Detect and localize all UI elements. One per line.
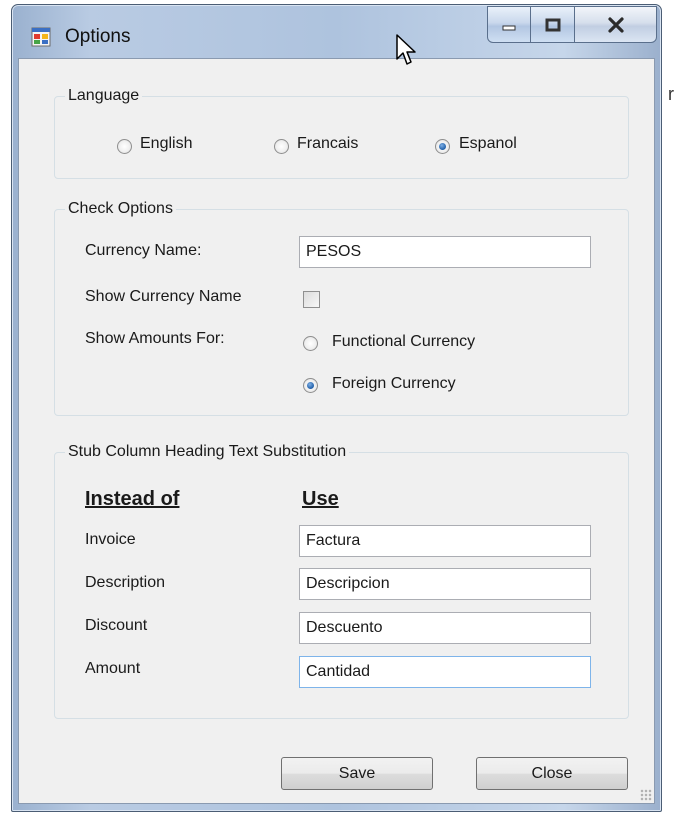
instead-of-heading: Instead of xyxy=(85,488,180,510)
francais-label[interactable]: Francais xyxy=(297,135,358,153)
app-icon xyxy=(31,27,51,47)
functional-currency-label[interactable]: Functional Currency xyxy=(332,333,475,351)
save-button[interactable]: Save xyxy=(281,757,433,790)
discount-substitution-input[interactable] xyxy=(299,612,591,644)
currency-name-label: Currency Name: xyxy=(85,242,202,259)
invoice-label: Invoice xyxy=(85,531,136,548)
amount-substitution-input[interactable] xyxy=(299,656,591,688)
discount-label: Discount xyxy=(85,617,148,634)
francais-radio[interactable] xyxy=(274,139,289,154)
invoice-substitution-input[interactable] xyxy=(299,525,591,557)
window-title: Options xyxy=(65,26,131,47)
english-label[interactable]: English xyxy=(140,135,192,153)
foreign-currency-radio[interactable] xyxy=(303,378,318,393)
show-currency-name-checkbox[interactable] xyxy=(303,291,320,308)
caption-buttons xyxy=(487,6,657,45)
functional-currency-radio[interactable] xyxy=(303,336,318,351)
close-window-button[interactable] xyxy=(575,6,657,43)
foreign-currency-label[interactable]: Foreign Currency xyxy=(332,375,456,393)
language-legend: Language xyxy=(68,87,140,104)
check-options-legend: Check Options xyxy=(68,200,173,217)
mouse-cursor-icon xyxy=(396,34,416,65)
stray-text: r xyxy=(668,84,674,104)
client-area: Language English Francais Espanol Check … xyxy=(18,58,655,804)
resize-grip[interactable] xyxy=(640,789,652,801)
use-heading: Use xyxy=(302,488,339,510)
language-group: Language xyxy=(54,87,629,179)
espanol-radio[interactable] xyxy=(435,139,450,154)
close-icon xyxy=(607,16,624,33)
options-window: Options Language English Francais Espano… xyxy=(11,4,662,812)
minimize-button[interactable] xyxy=(487,6,531,43)
currency-name-input[interactable] xyxy=(299,236,591,268)
description-substitution-input[interactable] xyxy=(299,568,591,600)
show-amounts-for-label: Show Amounts For: xyxy=(85,330,225,347)
english-radio[interactable] xyxy=(117,139,132,154)
close-button[interactable]: Close xyxy=(476,757,628,790)
maximize-button[interactable] xyxy=(531,6,575,43)
stub-substitution-legend: Stub Column Heading Text Substitution xyxy=(68,443,347,460)
title-bar[interactable]: Options xyxy=(12,5,661,58)
description-label: Description xyxy=(85,574,166,591)
maximize-icon xyxy=(545,18,560,31)
espanol-label[interactable]: Espanol xyxy=(459,135,517,153)
minimize-icon xyxy=(502,25,516,30)
show-currency-name-label: Show Currency Name xyxy=(85,288,242,305)
amount-label: Amount xyxy=(85,660,141,677)
